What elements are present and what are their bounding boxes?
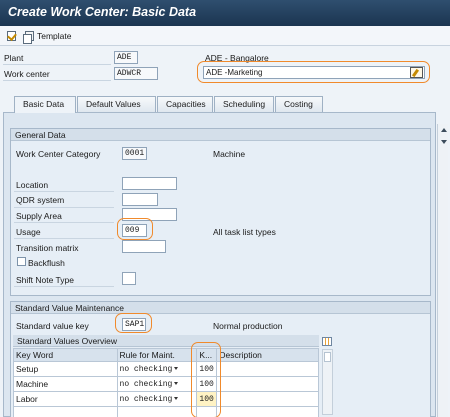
chevron-down-icon [174, 396, 179, 400]
qdr-field[interactable] [122, 193, 158, 206]
highlight-standard-key [115, 313, 152, 333]
transition-matrix-label: Transition matrix [16, 243, 79, 253]
tab-capacities[interactable]: Capacities [157, 96, 213, 112]
category-label: Work Center Category [16, 149, 101, 159]
window-title: Create Work Center: Basic Data [8, 5, 197, 19]
general-data-title: General Data [11, 129, 430, 141]
column-header[interactable]: Description [216, 348, 319, 362]
highlight-usage [117, 218, 153, 240]
description-cell[interactable] [216, 391, 319, 407]
table-row [13, 406, 319, 417]
chevron-down-icon [174, 366, 179, 370]
template-button[interactable]: Template [23, 30, 72, 44]
location-label: Location [16, 180, 49, 190]
keyword-cell: Machine [13, 376, 118, 392]
chevron-down-icon [174, 381, 179, 385]
standard-key-description: Normal production [213, 321, 283, 331]
title-bar: Create Work Center: Basic Data [0, 0, 450, 26]
shift-note-label: Shift Note Type [16, 275, 74, 285]
shift-note-field[interactable] [122, 272, 136, 285]
usage-description: All task list types [213, 227, 276, 237]
standard-value-title: Standard Value Maintenance [11, 302, 430, 314]
tab-strip: Basic Data Default Values Capacities Sch… [0, 96, 450, 113]
tab-basic-data[interactable]: Basic Data [14, 96, 76, 113]
qdr-label: QDR system [16, 195, 65, 205]
column-header[interactable]: Key Word [13, 348, 118, 362]
rule-value: no checking [119, 379, 173, 389]
description-cell[interactable] [216, 361, 319, 377]
backflush-checkbox[interactable] [17, 257, 26, 266]
vertical-scrollbar[interactable] [437, 124, 448, 417]
template-icon [23, 31, 34, 44]
standard-key-label: Standard value key [16, 321, 89, 331]
tab-scheduling[interactable]: Scheduling [214, 96, 274, 112]
workcenter-label: Work center [4, 69, 50, 79]
rule-dropdown[interactable]: no checking [116, 361, 198, 377]
rule-value: no checking [119, 394, 173, 404]
description-cell[interactable] [216, 376, 319, 392]
check-icon [7, 31, 16, 41]
standard-value-group: Standard Value Maintenance Standard valu… [10, 301, 431, 417]
backflush-label: Backflush [28, 258, 65, 268]
table-scrollbar[interactable] [322, 349, 333, 415]
rule-dropdown[interactable]: no checking [116, 376, 198, 392]
table-row: Labor no checking 100 [13, 391, 319, 407]
category-field[interactable]: 0001 [122, 147, 147, 160]
check-button[interactable] [7, 30, 16, 42]
column-header[interactable]: Rule for Maint. [116, 348, 198, 362]
workcenter-field[interactable]: ADWCR [114, 67, 158, 80]
location-field[interactable] [122, 177, 177, 190]
tab-panel: General Data Work Center Category 0001 M… [3, 112, 436, 417]
highlight-k-column [191, 342, 221, 417]
scroll-down-icon[interactable] [441, 140, 447, 144]
usage-label: Usage [16, 227, 41, 237]
plant-label: Plant [4, 53, 24, 63]
table-row: Setup no checking 100 [13, 361, 319, 377]
standard-values-table: Key Word Rule for Maint. K... Descriptio… [13, 348, 319, 417]
overview-title: Standard Values Overview [13, 335, 319, 347]
rule-value: no checking [119, 364, 173, 374]
scroll-up-icon[interactable] [441, 128, 447, 132]
table-settings-icon[interactable] [322, 337, 332, 346]
transition-matrix-field[interactable] [122, 240, 166, 253]
table-header: Key Word Rule for Maint. K... Descriptio… [13, 348, 319, 362]
keyword-cell: Setup [13, 361, 118, 377]
highlight-workcenter-desc [197, 61, 430, 83]
general-data-group: General Data Work Center Category 0001 M… [10, 128, 431, 296]
rule-dropdown[interactable]: no checking [116, 391, 198, 407]
table-row: Machine no checking 100 [13, 376, 319, 392]
application-toolbar: Template [0, 26, 450, 46]
category-description: Machine [213, 149, 246, 159]
supply-area-label: Supply Area [16, 211, 62, 221]
template-label: Template [37, 31, 72, 41]
tab-costing[interactable]: Costing [275, 96, 323, 112]
keyword-cell: Labor [13, 391, 118, 407]
tab-default-values[interactable]: Default Values [77, 96, 156, 112]
plant-field[interactable]: ADE [114, 51, 138, 64]
